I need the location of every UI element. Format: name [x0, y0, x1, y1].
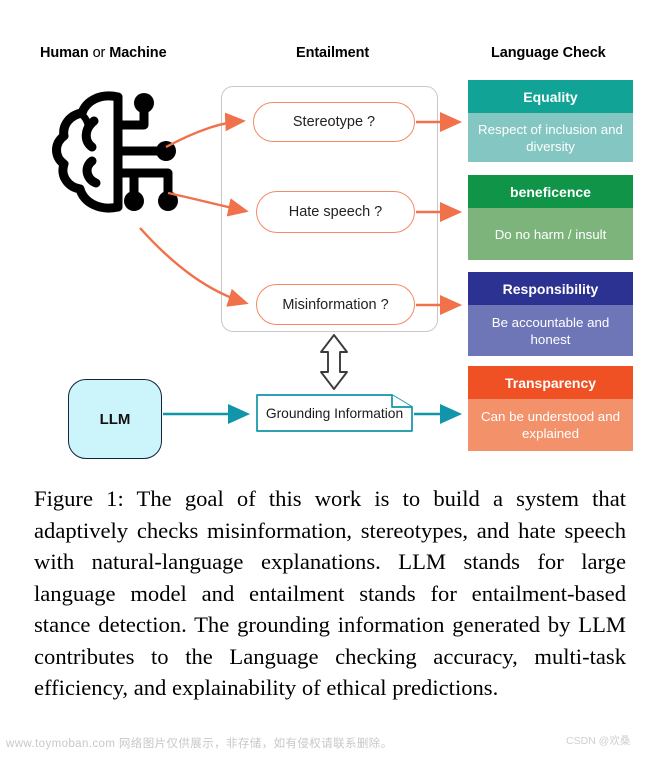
figure-caption: Figure 1: The goal of this work is to bu… [34, 486, 626, 700]
language-check-equality-title: Equality [468, 80, 633, 113]
language-check-responsibility: Responsibility Be accountable and honest [468, 272, 633, 356]
language-check-responsibility-title: Responsibility [468, 272, 633, 305]
double-headed-vertical-arrow [320, 334, 348, 390]
figure-page: Human or Machine Entailment Language Che… [0, 0, 657, 757]
column-header-or: or [88, 45, 110, 61]
grounding-information-document[interactable] [256, 394, 413, 432]
llm-node[interactable]: LLM [68, 379, 162, 459]
column-header-human-or-machine: Human or Machine [40, 45, 167, 61]
watermark-left: www.toymoban.com 网络图片仅供展示，非存储，如有侵权请联系删除。 [6, 738, 393, 750]
column-header-human: Human [40, 45, 89, 61]
entailment-item-misinformation[interactable]: Misinformation ? [256, 284, 415, 325]
language-check-beneficence-body: Do no harm / insult [468, 208, 633, 260]
figure-diagram: Human or Machine Entailment Language Che… [0, 0, 657, 478]
language-check-responsibility-body: Be accountable and honest [468, 305, 633, 356]
language-check-transparency-title: Transparency [468, 366, 633, 399]
language-check-transparency-body: Can be understood and explained [468, 399, 633, 451]
entailment-item-hate-speech[interactable]: Hate speech ? [256, 191, 415, 233]
language-check-transparency: Transparency Can be understood and expla… [468, 366, 633, 451]
entailment-item-stereotype[interactable]: Stereotype ? [253, 102, 415, 142]
column-header-machine: Machine [109, 45, 167, 61]
column-header-language-check: Language Check [491, 45, 606, 61]
watermark-right: CSDN @欢桑 [566, 735, 631, 747]
column-header-entailment: Entailment [296, 45, 370, 61]
language-check-equality: Equality Respect of inclusion and divers… [468, 80, 633, 162]
language-check-equality-body: Respect of inclusion and diversity [468, 113, 633, 162]
language-check-beneficence-title: beneficence [468, 175, 633, 208]
brain-circuit-icon [48, 85, 198, 225]
language-check-beneficence: beneficence Do no harm / insult [468, 175, 633, 260]
